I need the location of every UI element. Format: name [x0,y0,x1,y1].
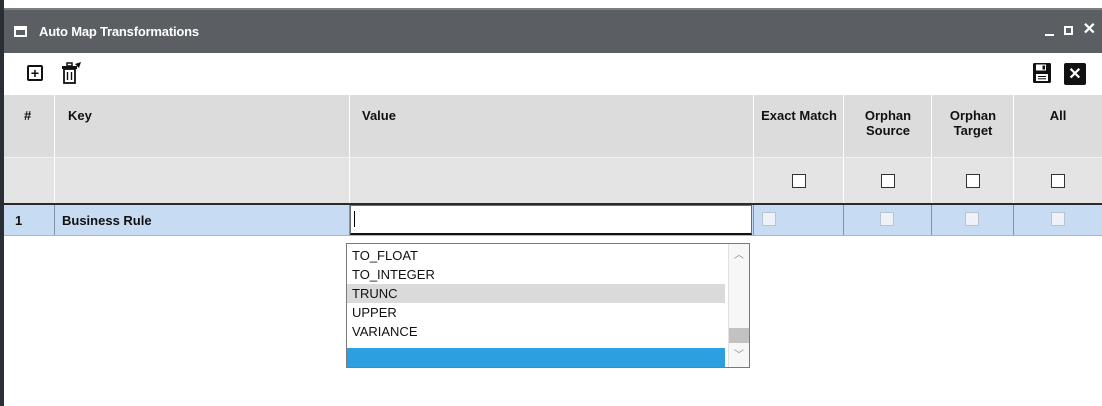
row-all-checkbox[interactable] [1051,212,1065,226]
row-exact-match-checkbox[interactable] [762,212,776,226]
scroll-up-icon[interactable]: ︿ [733,250,745,262]
row-all-cell [1014,205,1102,235]
dropdown-option-highlighted[interactable]: TRUNC [347,284,725,303]
toolbar: + ✕ [4,53,1102,95]
dropdown-option[interactable]: TO_INTEGER [347,265,725,284]
header-all[interactable]: All [1014,95,1102,157]
row-index: 1 [4,205,55,235]
row-exact-match-cell [754,205,844,235]
save-icon[interactable] [1032,62,1052,84]
row-orphan-target-checkbox[interactable] [965,212,979,226]
header-key[interactable]: Key [55,95,350,157]
row-orphan-source-cell [844,205,932,235]
maximize-icon[interactable] [1063,25,1073,35]
minimize-icon[interactable] [1044,34,1054,36]
all-all-checkbox[interactable] [1051,174,1065,188]
filter-exact-match-cell [754,158,844,204]
filter-value-cell [350,158,754,204]
filter-key-cell [55,158,350,204]
window-icon [14,26,27,37]
close-icon[interactable]: ✕ [1064,63,1086,85]
header-index: # [4,95,55,157]
title-bar: Auto Map Transformations ✕ [4,10,1102,53]
add-icon[interactable]: + [27,65,43,81]
orphan-target-all-checkbox[interactable] [966,174,980,188]
header-orphan-target[interactable]: Orphan Target [932,95,1014,157]
row-key: Business Rule [55,205,350,235]
filter-all-cell [1014,158,1102,204]
orphan-source-all-checkbox[interactable] [881,174,895,188]
window-title: Auto Map Transformations [39,24,199,39]
dropdown-option-selected[interactable] [347,348,725,367]
filter-row [4,157,1102,204]
dropdown-option[interactable]: TO_FLOAT [347,246,725,265]
scroll-down-icon[interactable]: ﹀ [733,350,745,362]
filter-index-cell [4,158,55,204]
row-orphan-target-cell [932,205,1014,235]
header-row: # Key Value Exact Match Orphan Source Or… [4,95,1102,157]
row-orphan-source-checkbox[interactable] [880,212,894,226]
dropdown-option[interactable]: UPPER [347,303,725,322]
exact-match-all-checkbox[interactable] [792,174,806,188]
filter-orphan-target-cell [932,158,1014,204]
scroll-thumb[interactable] [729,328,749,343]
header-exact-match[interactable]: Exact Match [754,95,844,157]
value-dropdown-list[interactable]: TO_FLOAT TO_INTEGER TRUNC UPPER VARIANCE… [346,243,750,368]
filter-orphan-source-cell [844,158,932,204]
value-input[interactable] [350,205,752,235]
dropdown-option[interactable]: VARIANCE [347,322,725,341]
header-orphan-source[interactable]: Orphan Source [844,95,932,157]
window-controls: ✕ [1044,22,1096,38]
delete-icon[interactable] [60,61,82,85]
close-window-icon[interactable]: ✕ [1083,22,1096,38]
header-value[interactable]: Value [350,95,754,157]
text-caret [354,211,355,227]
dropdown-scrollbar[interactable]: ︿ ﹀ [728,244,749,367]
